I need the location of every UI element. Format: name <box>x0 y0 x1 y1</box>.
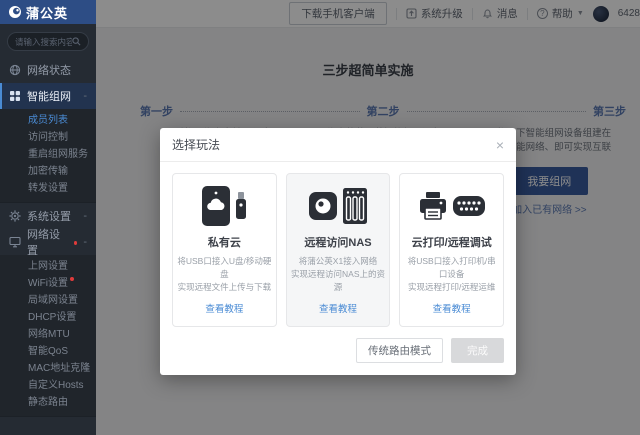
card-desc-line1: 将USB口接入打印机/串口设备 <box>404 255 499 281</box>
sidebar-subitem-member-list[interactable]: 成员列表 <box>0 112 96 129</box>
card-description: 将USB口接入U盘/移动硬盘 实现远程文件上传与下载 <box>177 255 272 295</box>
network-status-icon <box>9 64 21 76</box>
search-box[interactable] <box>7 32 89 51</box>
card-desc-line2: 实现远程文件上传与下载 <box>177 281 272 294</box>
network-settings-submenu: 上网设置 WiFi设置 局域网设置 DHCP设置 网络MTU 智能QoS MAC… <box>0 255 96 417</box>
sidebar-subitem-forwarding-settings[interactable]: 转发设置 <box>0 180 96 197</box>
modal-footer: 传统路由模式 完成 <box>160 336 516 375</box>
sidebar-subitem-dhcp-settings[interactable]: DHCP设置 <box>0 309 96 326</box>
app-window: 蒲公英 网络状态 <box>0 0 640 435</box>
modal-body: 私有云 将USB口接入U盘/移动硬盘 实现远程文件上传与下载 查看教程 <box>160 162 516 336</box>
network-settings-icon <box>9 236 21 248</box>
sidebar-menu: 网络状态 智能组网 - 成员列表 访问控制 重启组网服务 加密传输 转发设置 <box>0 57 96 435</box>
sidebar-subitem-network-mtu[interactable]: 网络MTU <box>0 326 96 343</box>
sidebar-subitem-wifi-settings[interactable]: WiFi设置 <box>0 275 96 292</box>
sidebar-subitem-smart-qos[interactable]: 智能QoS <box>0 343 96 360</box>
brand-logo[interactable]: 蒲公英 <box>0 0 96 24</box>
sidebar-subitem-static-route[interactable]: 静态路由 <box>0 394 96 411</box>
brand-name: 蒲公英 <box>26 3 68 22</box>
sidebar-item-label: 网络设置 <box>27 226 66 258</box>
confirm-button[interactable]: 完成 <box>451 338 504 363</box>
modal-title: 选择玩法 <box>172 136 220 153</box>
sidebar-item-label: 网络状态 <box>27 62 71 78</box>
sidebar-subitem-label: WiFi设置 <box>28 278 68 289</box>
sidebar-subitem-mac-clone[interactable]: MAC地址克隆 <box>0 360 96 377</box>
dandelion-logo-icon <box>9 6 21 18</box>
view-tutorial-link[interactable]: 查看教程 <box>319 301 357 315</box>
card-desc-line1: 将USB口接入U盘/移动硬盘 <box>177 255 272 281</box>
traditional-router-mode-button[interactable]: 传统路由模式 <box>356 338 443 363</box>
card-cloud-print-debug[interactable]: 云打印/远程调试 将USB口接入打印机/串口设备 实现远程打印/远程运维 查看教… <box>399 173 504 327</box>
card-desc-line2: 实现远程访问NAS上的资源 <box>291 268 386 294</box>
sidebar-item-network-settings[interactable]: 网络设置 - <box>0 229 96 255</box>
sidebar-item-network-status[interactable]: 网络状态 <box>0 57 96 83</box>
sidebar: 蒲公英 网络状态 <box>0 0 96 435</box>
card-description: 将蒲公英X1接入网络 实现远程访问NAS上的资源 <box>291 255 386 295</box>
sidebar-item-label: 智能组网 <box>27 88 71 104</box>
printer-serial-icon <box>404 184 499 228</box>
sidebar-subitem-lan-settings[interactable]: 局域网设置 <box>0 292 96 309</box>
card-remote-nas[interactable]: 远程访问NAS 将蒲公英X1接入网络 实现远程访问NAS上的资源 查看教程 <box>286 173 391 327</box>
close-icon[interactable]: × <box>496 138 504 152</box>
new-badge-dot <box>70 277 74 281</box>
collapse-indicator: - <box>83 236 87 248</box>
nas-icon <box>291 184 386 228</box>
collapse-indicator: - <box>83 210 87 222</box>
modal-header: 选择玩法 × <box>160 128 516 162</box>
sidebar-subitem-custom-hosts[interactable]: 自定义Hosts <box>0 377 96 394</box>
collapse-indicator: - <box>83 90 87 102</box>
sidebar-subitem-encrypted-transfer[interactable]: 加密传输 <box>0 163 96 180</box>
sidebar-subitem-access-control[interactable]: 访问控制 <box>0 129 96 146</box>
gear-icon <box>9 210 21 222</box>
view-tutorial-link[interactable]: 查看教程 <box>433 301 471 315</box>
new-badge-dot <box>74 241 78 245</box>
card-desc-line2: 实现远程打印/远程运维 <box>404 281 499 294</box>
card-title: 私有云 <box>177 234 272 250</box>
sidebar-subitem-restart-network-service[interactable]: 重启组网服务 <box>0 146 96 163</box>
sidebar-item-label: 系统设置 <box>27 208 71 224</box>
card-description: 将USB口接入打印机/串口设备 实现远程打印/远程运维 <box>404 255 499 295</box>
card-title: 云打印/远程调试 <box>404 234 499 250</box>
cloud-usb-icon <box>177 184 272 228</box>
view-tutorial-link[interactable]: 查看教程 <box>205 301 243 315</box>
card-title: 远程访问NAS <box>291 234 386 250</box>
search-icon[interactable] <box>72 37 81 46</box>
main-area: 下载手机客户端 系统升级 消息 ? 帮助 ▼ <box>96 0 640 435</box>
card-desc-line1: 将蒲公英X1接入网络 <box>291 255 386 268</box>
sidebar-search <box>0 24 96 57</box>
sidebar-subitem-internet-settings[interactable]: 上网设置 <box>0 258 96 275</box>
sidebar-item-smart-network[interactable]: 智能组网 - <box>0 83 96 109</box>
smart-network-icon <box>9 90 21 102</box>
choose-mode-modal: 选择玩法 × <box>160 128 516 375</box>
smart-network-submenu: 成员列表 访问控制 重启组网服务 加密传输 转发设置 <box>0 109 96 203</box>
search-input[interactable] <box>15 37 72 47</box>
card-private-cloud[interactable]: 私有云 将USB口接入U盘/移动硬盘 实现远程文件上传与下载 查看教程 <box>172 173 277 327</box>
